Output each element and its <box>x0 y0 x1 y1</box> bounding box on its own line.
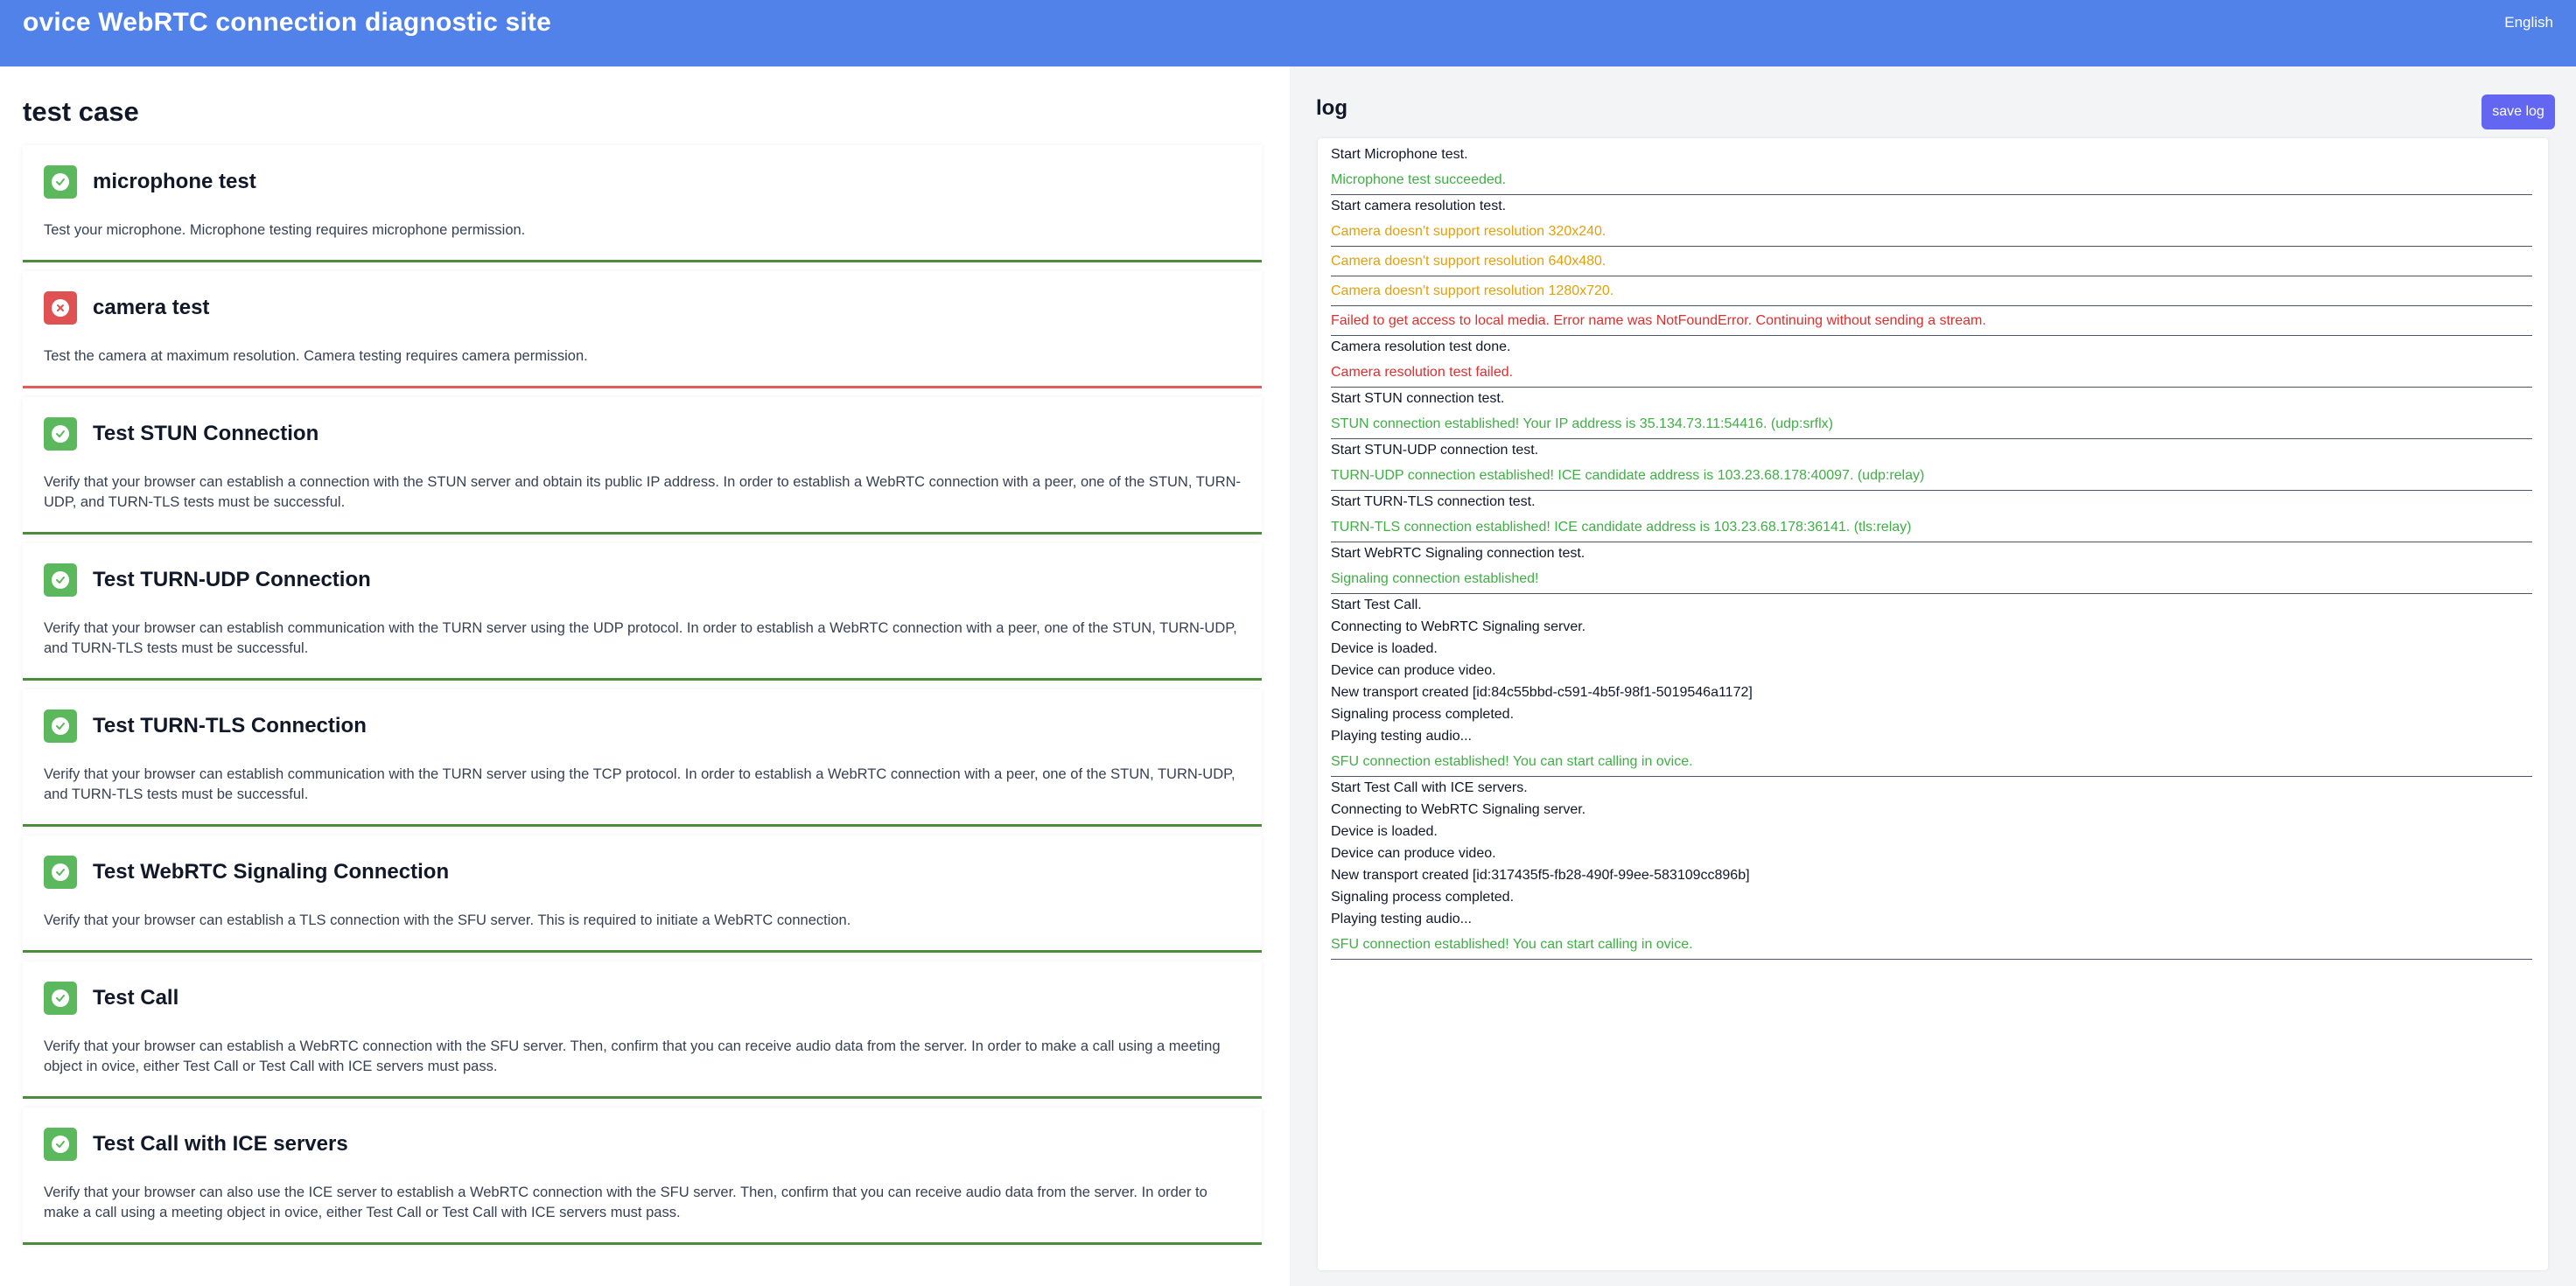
log-entry: Start WebRTC Signaling connection test. <box>1331 546 1586 561</box>
log-panel[interactable]: Start Microphone test. Microphone test su… <box>1318 138 2548 1270</box>
test-case-column: test case microphone test Test your micro… <box>0 66 1290 1286</box>
test-card: Test TURN-UDP Connection Verify that your… <box>23 543 1262 681</box>
test-card: Test WebRTC Signaling Connection Verify t… <box>23 835 1262 953</box>
success-status-icon <box>44 709 77 743</box>
log-entry: Signaling connection established! <box>1331 564 2532 594</box>
success-status-icon <box>44 982 77 1015</box>
log-entry: Camera doesn't support resolution 320x24… <box>1331 217 2532 247</box>
test-card: Test Call with ICE servers Verify that yo… <box>23 1108 1262 1245</box>
log-entry: Start Microphone test. <box>1331 147 1468 162</box>
log-entry: STUN connection established! Your IP add… <box>1331 409 2532 439</box>
header-bar: ovice WebRTC connection diagnostic site … <box>0 0 2576 66</box>
log-entry: Start camera resolution test. <box>1331 199 1507 213</box>
log-entry: New transport created [id:84c55bbd-c591-… <box>1331 685 1753 700</box>
check-icon <box>52 173 69 191</box>
test-card-title: microphone test <box>93 170 256 193</box>
test-card-description: Verify that your browser can also use th… <box>44 1185 1208 1220</box>
test-card-description: Test your microphone. Microphone testing… <box>44 222 526 238</box>
test-card-title: Test Call with ICE servers <box>93 1132 348 1156</box>
log-entry: Failed to get access to local media. Err… <box>1331 306 2532 336</box>
log-entry: Start Test Call with ICE servers. <box>1331 780 1528 795</box>
test-card-header: Test STUN Connection <box>44 416 1241 451</box>
success-status-icon <box>44 856 77 889</box>
log-entry: Connecting to WebRTC Signaling server. <box>1331 802 1586 817</box>
log-entry: Device can produce video. <box>1331 663 1496 678</box>
log-entry: SFU connection established! You can star… <box>1331 930 2532 960</box>
success-status-icon <box>44 417 77 451</box>
test-card-description: Verify that your browser can establish a… <box>44 474 1242 510</box>
log-entry: New transport created [id:317435f5-fb28-… <box>1331 868 1750 883</box>
fail-status-icon <box>44 291 77 325</box>
test-card-list: microphone test Test your microphone. Mic… <box>23 145 1262 1254</box>
log-entry: Camera resolution test failed. <box>1331 358 2532 388</box>
log-entry: Device is loaded. <box>1331 641 1438 656</box>
success-status-icon <box>44 563 77 597</box>
test-card: Test Call Verify that your browser can es… <box>23 961 1262 1099</box>
test-card-title: camera test <box>93 296 210 319</box>
log-entry: Playing testing audio... <box>1331 912 1472 926</box>
site-title: ovice WebRTC connection diagnostic site <box>23 8 552 37</box>
success-status-icon <box>44 1128 77 1161</box>
test-card-header: Test WebRTC Signaling Connection <box>44 855 1241 890</box>
check-icon <box>52 717 69 735</box>
test-card-header: Test Call with ICE servers <box>44 1127 1241 1162</box>
test-card-header: microphone test <box>44 164 1241 199</box>
test-card: Test STUN Connection Verify that your bro… <box>23 397 1262 535</box>
test-case-heading: test case <box>23 96 139 127</box>
test-card-title: Test TURN-UDP Connection <box>93 568 371 591</box>
test-card-description: Verify that your browser can establish a… <box>44 1038 1221 1074</box>
log-entry: Camera doesn't support resolution 640x48… <box>1331 247 2532 276</box>
log-entry: Start TURN-TLS connection test. <box>1331 494 1536 509</box>
test-card-title: Test Call <box>93 986 179 1010</box>
test-card-header: Test Call <box>44 981 1241 1016</box>
log-entry: Connecting to WebRTC Signaling server. <box>1331 619 1586 634</box>
test-card: Test TURN-TLS Connection Verify that your… <box>23 689 1262 827</box>
log-heading: log <box>1316 96 1348 120</box>
test-card-header: camera test <box>44 290 1241 325</box>
check-icon <box>52 425 69 443</box>
save-log-button[interactable]: save log <box>2482 94 2555 129</box>
test-card-header: Test TURN-UDP Connection <box>44 563 1241 598</box>
log-entry: SFU connection established! You can star… <box>1331 747 2532 777</box>
log-column: log save log Start Microphone test. Micro… <box>1290 66 2576 1286</box>
test-card-header: Test TURN-TLS Connection <box>44 709 1241 744</box>
log-entry: Start STUN-UDP connection test. <box>1331 443 1539 458</box>
log-entry: Camera resolution test done. <box>1331 339 1511 354</box>
check-icon <box>52 571 69 589</box>
test-card-description: Test the camera at maximum resolution. C… <box>44 348 588 364</box>
log-entry: Device is loaded. <box>1331 824 1438 839</box>
test-card: microphone test Test your microphone. Mic… <box>23 145 1262 262</box>
check-icon <box>52 1136 69 1153</box>
language-selector[interactable]: English <box>2504 14 2553 31</box>
test-card-description: Verify that your browser can establish c… <box>44 766 1236 802</box>
test-card: camera test Test the camera at maximum re… <box>23 271 1262 388</box>
log-entry: Device can produce video. <box>1331 846 1496 861</box>
test-card-title: Test STUN Connection <box>93 422 319 445</box>
success-status-icon <box>44 165 77 199</box>
log-entry: Start STUN connection test. <box>1331 391 1505 406</box>
log-entry: Signaling process completed. <box>1331 707 1515 722</box>
test-card-title: Test TURN-TLS Connection <box>93 714 367 737</box>
log-entry: TURN-UDP connection established! ICE can… <box>1331 461 2532 491</box>
log-entry: Playing testing audio... <box>1331 729 1472 744</box>
check-icon <box>52 989 69 1007</box>
test-card-description: Verify that your browser can establish c… <box>44 620 1237 656</box>
log-entry: Microphone test succeeded. <box>1331 165 2532 195</box>
log-entry: Signaling process completed. <box>1331 890 1515 905</box>
test-card-title: Test WebRTC Signaling Connection <box>93 860 450 884</box>
log-entry: Camera doesn't support resolution 1280x7… <box>1331 276 2532 306</box>
log-entry: Start Test Call. <box>1331 598 1422 612</box>
test-card-description: Verify that your browser can establish a… <box>44 912 851 928</box>
log-entry: TURN-TLS connection established! ICE can… <box>1331 513 2532 542</box>
x-icon <box>52 299 69 317</box>
check-icon <box>52 863 69 881</box>
